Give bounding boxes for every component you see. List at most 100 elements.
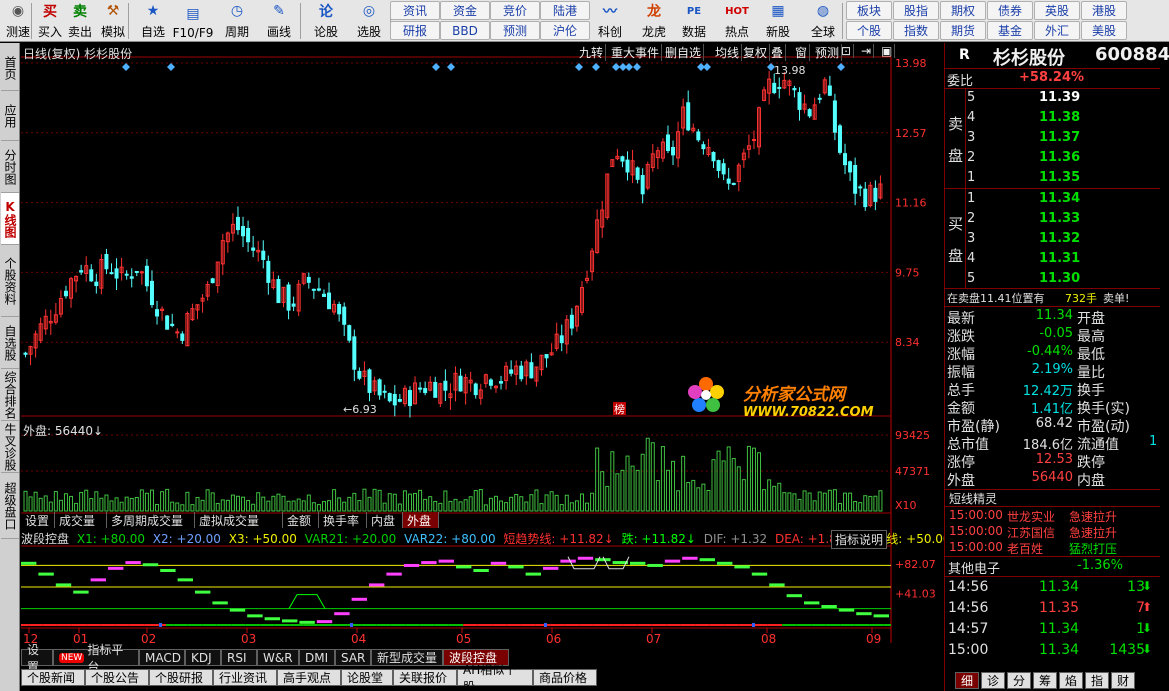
quote-tab[interactable]: 焰 xyxy=(1059,672,1083,689)
toolbar-buy-button[interactable]: 买买入 xyxy=(33,0,67,42)
toolbar-speed-test-button[interactable]: ◉ 测速 xyxy=(1,0,35,42)
sidebar-item[interactable]: 个股资料 xyxy=(1,245,19,317)
buy-price[interactable]: 11.32 xyxy=(1039,231,1080,246)
volume-tab[interactable]: 外盘 xyxy=(403,512,439,528)
buy-price[interactable]: 11.31 xyxy=(1039,251,1080,266)
quote-tab[interactable]: 诊 xyxy=(981,672,1005,689)
sidebar-item[interactable]: K线图 xyxy=(1,193,19,245)
toolbar-dragon-tiger-button[interactable]: 龙龙虎 xyxy=(636,0,672,42)
toolbar-kechuang-button[interactable]: 〰科创 xyxy=(592,0,628,42)
volume-tab[interactable]: 虚拟成交量 xyxy=(195,512,283,528)
toolbar-stock-select-button[interactable]: ◎ 选股 xyxy=(352,0,386,42)
indicator-tab[interactable]: MACD xyxy=(139,649,185,666)
toolbar-ipo-button[interactable]: ▦ 新股 xyxy=(760,0,796,42)
quote-tab[interactable]: 分 xyxy=(1007,672,1031,689)
quote-tab[interactable]: 细 xyxy=(955,672,979,689)
info-tab[interactable]: 个股公告 xyxy=(85,669,149,686)
buy-price[interactable]: 11.34 xyxy=(1039,191,1080,206)
toolbar-watchlist-button[interactable]: ★ 自选 xyxy=(136,0,170,42)
chart-tool-button[interactable]: ▣ xyxy=(879,44,896,58)
event-marker-icon[interactable] xyxy=(122,63,130,71)
chart-tool-button[interactable]: 九转 xyxy=(577,44,607,61)
quick-button[interactable]: 外汇 xyxy=(1034,21,1080,40)
wizard-stock[interactable]: 老百姓 xyxy=(1007,540,1043,557)
indicator-tab[interactable]: KDJ xyxy=(185,649,221,666)
indicator-tab[interactable]: RSI xyxy=(221,649,257,666)
quick-button[interactable]: 预测 xyxy=(490,21,540,40)
quick-button[interactable]: 研报 xyxy=(390,21,440,40)
indicator-tab[interactable]: SAR xyxy=(335,649,371,666)
quick-button[interactable]: 英股 xyxy=(1034,1,1080,20)
toolbar-data-pe-button[interactable]: PE 数据 xyxy=(676,0,712,42)
info-tab[interactable]: AH相似个股 xyxy=(457,663,533,691)
quick-button[interactable]: 港股 xyxy=(1081,1,1127,20)
quick-button[interactable]: 个股 xyxy=(846,21,892,40)
chart-tool-button[interactable]: 重大事件 xyxy=(609,44,663,61)
quote-tab[interactable]: 指 xyxy=(1085,672,1109,689)
quote-tab[interactable]: 财 xyxy=(1111,672,1135,689)
sidebar-item[interactable]: 综合排名 xyxy=(1,369,19,421)
info-tab[interactable]: 关联报价 xyxy=(393,669,457,686)
kline-chart-svg[interactable]: 13.98 12.57 11.16 9.75 8.34 13.98 ←6.93 榜 93425 4… xyxy=(21,43,944,648)
event-marker-icon[interactable] xyxy=(633,63,641,71)
event-marker-icon[interactable] xyxy=(612,63,620,71)
chart-tool-button[interactable]: ⊡ xyxy=(839,44,855,58)
quick-button[interactable]: 陆港 xyxy=(540,1,590,20)
sector-name[interactable]: 其他电子 xyxy=(948,558,1000,577)
toolbar-hot-button[interactable]: HOT 热点 xyxy=(719,0,755,42)
volume-tab[interactable]: 金额 xyxy=(283,512,319,528)
toolbar-f10-button[interactable]: ▤ F10/F9 xyxy=(173,0,214,42)
quick-button[interactable]: 指数 xyxy=(893,21,939,40)
event-marker-icon[interactable] xyxy=(575,63,583,71)
event-marker-icon[interactable] xyxy=(592,63,600,71)
indicator-tab[interactable]: DMI xyxy=(299,649,335,666)
event-marker-icon[interactable] xyxy=(703,63,711,71)
sidebar-item[interactable]: 分时图 xyxy=(1,141,19,193)
event-marker-icon[interactable] xyxy=(447,63,455,71)
toolbar-globe-button[interactable]: ◍ 全球 xyxy=(805,0,841,42)
wizard-title[interactable]: 短线精灵 xyxy=(949,490,997,507)
quick-button[interactable]: 美股 xyxy=(1081,21,1127,40)
wizard-stock[interactable]: 江苏国信 xyxy=(1007,524,1055,541)
indicator-tab[interactable]: 新型成交量 xyxy=(371,649,443,666)
sell-price[interactable]: 11.38 xyxy=(1039,110,1080,125)
quick-button[interactable]: 期权 xyxy=(940,1,986,20)
chart-tool-button[interactable]: 预测 xyxy=(813,44,843,61)
buy-price[interactable]: 11.33 xyxy=(1039,211,1080,226)
event-marker-icon[interactable] xyxy=(432,63,440,71)
quick-button[interactable]: 期货 xyxy=(940,21,986,40)
buy-price[interactable]: 11.30 xyxy=(1039,271,1080,286)
info-tab[interactable]: 高手观点 xyxy=(277,669,341,686)
event-marker-icon[interactable] xyxy=(837,63,845,71)
quote-tab[interactable]: 筹 xyxy=(1033,672,1057,689)
indicator-tab[interactable]: W&R xyxy=(257,649,299,666)
chart-tool-button[interactable]: 删自选 xyxy=(663,44,705,61)
indicator-tab[interactable]: NEW 指标平台 xyxy=(53,643,139,674)
event-marker-icon[interactable] xyxy=(625,63,633,71)
sidebar-item[interactable]: 自选股 xyxy=(1,317,19,369)
info-tab[interactable]: 个股研报 xyxy=(149,669,213,686)
sidebar-item[interactable]: 首页 xyxy=(1,45,19,91)
wizard-stock[interactable]: 世龙实业 xyxy=(1007,508,1055,525)
sidebar-item[interactable]: 应用 xyxy=(1,91,19,141)
toolbar-period-button[interactable]: ◷ 周期 xyxy=(220,0,254,42)
indicator-help-button[interactable]: 指标说明 xyxy=(831,530,888,549)
quick-button[interactable]: 股指 xyxy=(893,1,939,20)
sell-price[interactable]: 11.39 xyxy=(1039,90,1080,105)
toolbar-simulate-button[interactable]: ⚒ 模拟 xyxy=(96,0,130,42)
volume-tab[interactable]: 多周期成交量 xyxy=(107,512,195,528)
indicator-tab[interactable]: 设置 xyxy=(21,643,53,674)
info-tab[interactable]: 论股堂 xyxy=(341,669,393,686)
volume-tab[interactable]: 换手率 xyxy=(319,512,367,528)
quick-button[interactable]: 沪伦 xyxy=(540,21,590,40)
chart-tool-button[interactable]: 窗 xyxy=(793,44,811,61)
sidebar-item[interactable]: 牛叉诊股 xyxy=(1,421,19,473)
event-marker-icon[interactable] xyxy=(167,63,175,71)
quick-button[interactable]: 资金 xyxy=(440,1,490,20)
quick-button[interactable]: BBD xyxy=(440,21,490,40)
toolbar-sell-button[interactable]: 卖卖出 xyxy=(63,0,97,42)
sell-price[interactable]: 11.37 xyxy=(1039,130,1080,145)
volume-tab[interactable]: 设置 xyxy=(21,512,55,528)
info-tab[interactable]: 个股新闻 xyxy=(21,669,85,686)
quick-button[interactable]: 资讯 xyxy=(390,1,440,20)
